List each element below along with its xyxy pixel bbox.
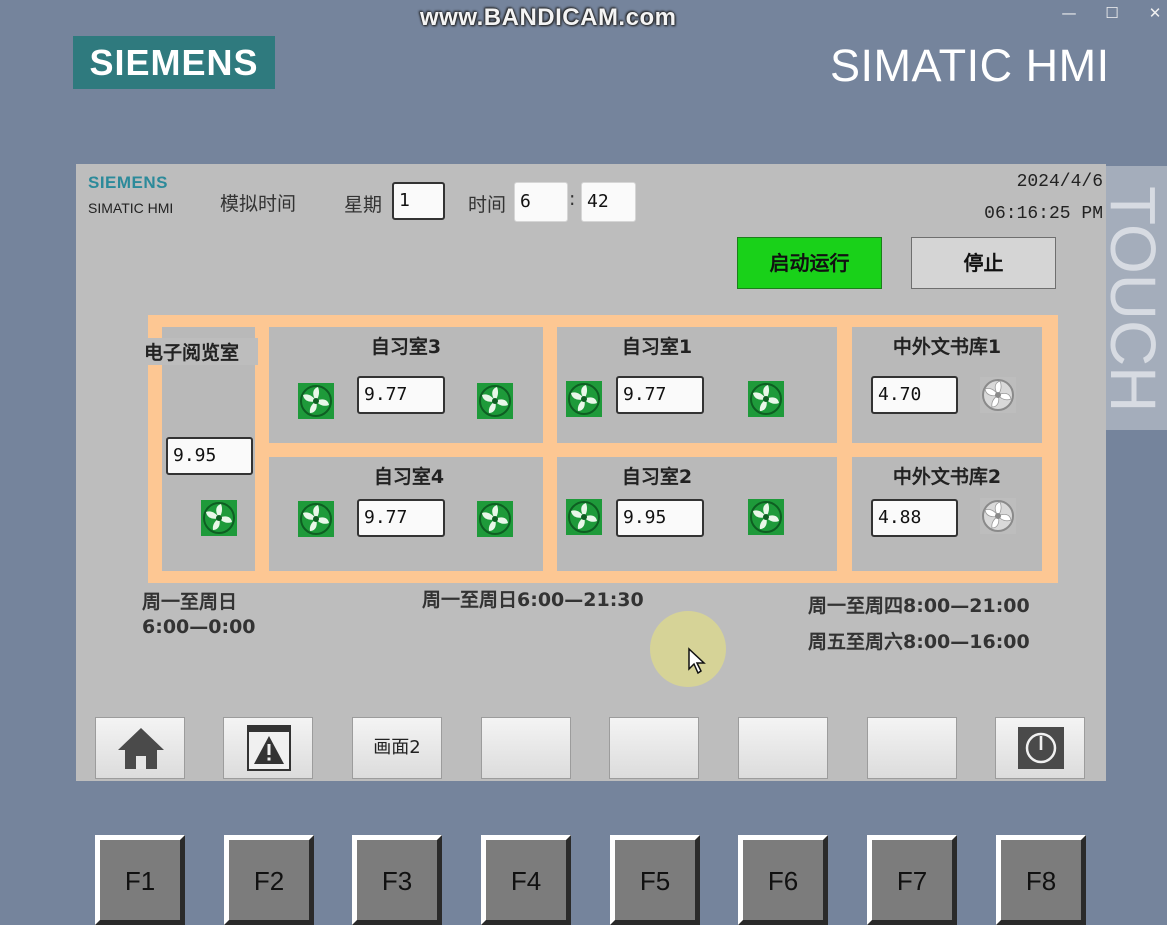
room-library1-value[interactable]: 4.70 xyxy=(871,376,958,414)
alarm-button[interactable] xyxy=(223,717,313,779)
fan-study2-right-icon[interactable] xyxy=(748,499,784,535)
weekday-label: 星期 xyxy=(344,194,383,216)
hour-input[interactable]: 6 xyxy=(514,182,568,222)
fan-on-icon xyxy=(566,499,602,535)
fan-ereading-icon[interactable] xyxy=(201,500,237,536)
mouse-cursor-icon xyxy=(687,647,707,675)
clock-display: 06:16:25 PM xyxy=(984,204,1103,224)
room-ereading-title: 电子阅览室 xyxy=(142,338,258,365)
schedule-study: 周一至周日6:00—21:30 xyxy=(422,589,644,611)
fan-on-icon xyxy=(298,501,334,537)
room-study4-title: 自习室4 xyxy=(373,466,445,488)
start-run-button[interactable]: 启动运行 xyxy=(737,237,882,289)
touch-text: TOUCH xyxy=(1106,186,1167,413)
home-button[interactable] xyxy=(95,717,185,779)
room-study1-value[interactable]: 9.77 xyxy=(616,376,704,414)
alarm-warning-icon xyxy=(247,725,291,771)
room-study4-value[interactable]: 9.77 xyxy=(357,499,445,537)
nav-button-7[interactable] xyxy=(867,717,957,779)
minimize-button[interactable]: — xyxy=(1057,4,1081,22)
fan-study2-left-icon[interactable] xyxy=(566,499,602,535)
nav-button-5[interactable] xyxy=(609,717,699,779)
fan-study4-left-icon[interactable] xyxy=(298,501,334,537)
nav-button-4[interactable] xyxy=(481,717,571,779)
room-study3-value[interactable]: 9.77 xyxy=(357,376,445,414)
fan-on-icon xyxy=(477,383,513,419)
fan-on-icon xyxy=(748,499,784,535)
room-library2-title: 中外文书库2 xyxy=(892,466,1002,488)
fan-library2-icon[interactable] xyxy=(980,498,1016,534)
schedule-library-weekend: 周五至周六8:00—16:00 xyxy=(808,631,1030,653)
fan-study3-right-icon[interactable] xyxy=(477,383,513,419)
fan-study1-right-icon[interactable] xyxy=(748,381,784,417)
room-library2-value[interactable]: 4.88 xyxy=(871,499,958,537)
screen2-button[interactable]: 画面2 xyxy=(352,717,442,779)
room-study2-title: 自习室2 xyxy=(621,466,693,488)
siemens-logo: SIEMENS xyxy=(73,36,275,89)
power-button[interactable] xyxy=(995,717,1085,779)
fan-on-icon xyxy=(298,383,334,419)
f6-key[interactable]: F6 xyxy=(738,835,828,925)
power-icon xyxy=(1018,727,1064,769)
schedule-library-weekdays: 周一至周四8:00—21:00 xyxy=(808,595,1030,617)
room-study2-value[interactable]: 9.95 xyxy=(616,499,704,537)
time-label: 时间 xyxy=(468,194,507,216)
fan-off-icon xyxy=(980,377,1016,413)
fan-on-icon xyxy=(748,381,784,417)
touch-side-label: TOUCH xyxy=(1106,166,1167,430)
maximize-button[interactable]: ☐ xyxy=(1100,4,1124,22)
f8-key[interactable]: F8 xyxy=(996,835,1086,925)
room-study1-title: 自习室1 xyxy=(621,336,693,358)
date-display: 2024/4/6 xyxy=(1016,172,1103,192)
fan-study3-left-icon[interactable] xyxy=(298,383,334,419)
fan-library1-icon[interactable] xyxy=(980,377,1016,413)
fan-off-icon xyxy=(980,498,1016,534)
f5-key[interactable]: F5 xyxy=(610,835,700,925)
fan-study1-left-icon[interactable] xyxy=(566,381,602,417)
panel-brand-title: SIMATIC HMI xyxy=(830,40,1110,91)
hmi-screen: SIEMENS SIMATIC HMI 模拟时间 星期 1 时间 6 : 42 … xyxy=(76,164,1106,781)
minute-input[interactable]: 42 xyxy=(581,182,636,222)
room-ereading-value[interactable]: 9.95 xyxy=(166,437,253,475)
f2-key[interactable]: F2 xyxy=(224,835,314,925)
f7-key[interactable]: F7 xyxy=(867,835,957,925)
schedule-ereading-hours: 6:00—0:00 xyxy=(142,616,256,638)
fan-on-icon xyxy=(566,381,602,417)
fan-study4-right-icon[interactable] xyxy=(477,501,513,537)
close-button[interactable]: ✕ xyxy=(1143,4,1167,22)
home-icon xyxy=(118,728,164,769)
weekday-input[interactable]: 1 xyxy=(392,182,445,220)
stop-button[interactable]: 停止 xyxy=(911,237,1056,289)
recorder-watermark: www.BANDICAM.com xyxy=(420,4,677,31)
room-library1-title: 中外文书库1 xyxy=(892,336,1002,358)
screen2-label: 画面2 xyxy=(373,737,421,758)
fan-on-icon xyxy=(477,501,513,537)
room-study3-title: 自习室3 xyxy=(370,336,442,358)
f4-key[interactable]: F4 xyxy=(481,835,571,925)
screen-logo-sub: SIMATIC HMI xyxy=(88,200,174,216)
fan-on-icon xyxy=(201,500,237,536)
room-layout-frame: 电子阅览室 9.95 自习室3 9.77 自习室1 9.77 中外文书库1 4.… xyxy=(142,315,1058,583)
time-colon: : xyxy=(569,188,576,210)
sim-time-label: 模拟时间 xyxy=(220,193,297,215)
nav-button-6[interactable] xyxy=(738,717,828,779)
screen-logo: SIEMENS xyxy=(88,173,169,192)
f3-key[interactable]: F3 xyxy=(352,835,442,925)
f1-key[interactable]: F1 xyxy=(95,835,185,925)
schedule-ereading-days: 周一至周日 xyxy=(142,591,238,613)
